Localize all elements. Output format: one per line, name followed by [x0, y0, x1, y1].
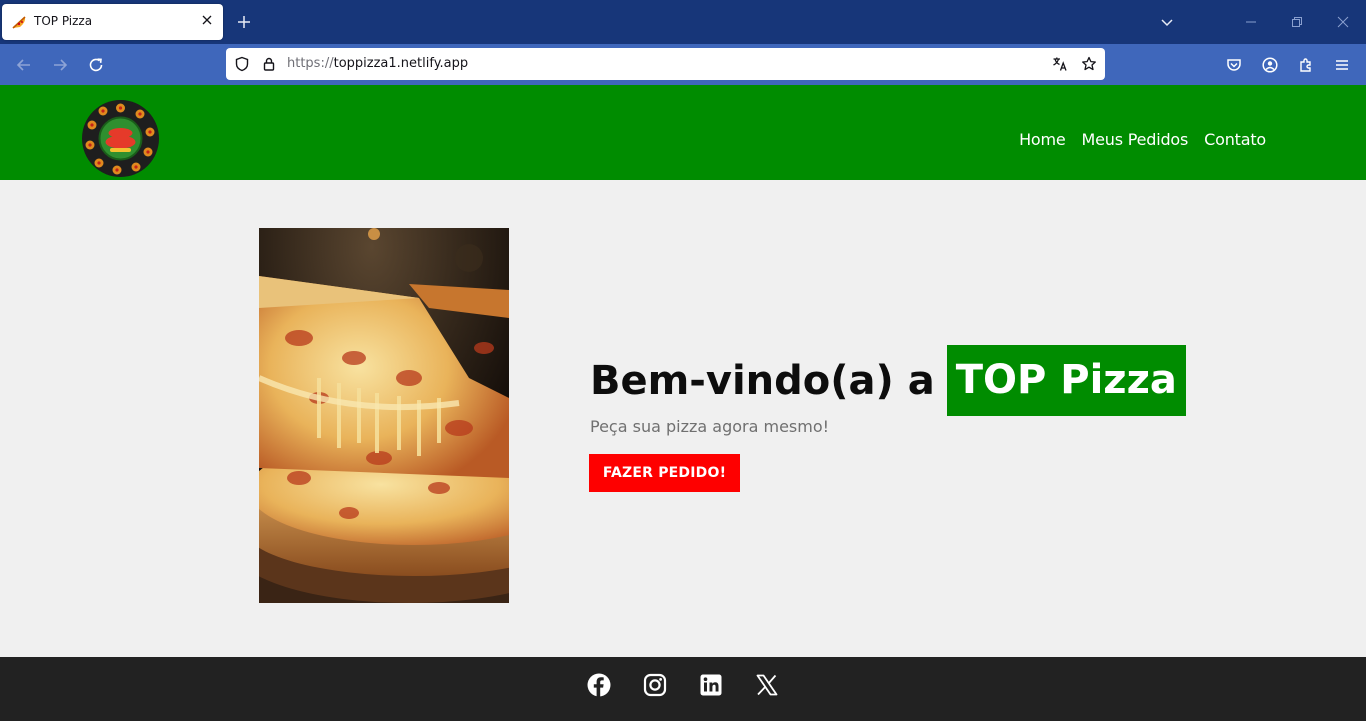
nav-link-contato[interactable]: Contato	[1204, 130, 1266, 149]
browser-toolbar: https://toppizza1.netlify.app	[0, 44, 1366, 85]
logo-image	[82, 100, 159, 177]
logo[interactable]	[82, 100, 159, 177]
hero-subtitle: Peça sua pizza agora mesmo!	[590, 417, 830, 436]
close-tab-icon[interactable]	[200, 13, 214, 27]
url-text: https://toppizza1.netlify.app	[287, 56, 468, 71]
tab-title: TOP Pizza	[34, 14, 93, 28]
nav-link-meus-pedidos[interactable]: Meus Pedidos	[1082, 130, 1189, 149]
fazer-pedido-button[interactable]: FAZER PEDIDO!	[589, 454, 740, 492]
browser-tab-bar: TOP Pizza	[0, 0, 1366, 44]
extensions-icon[interactable]	[1297, 56, 1315, 74]
nav-link-home[interactable]: Home	[1019, 130, 1066, 149]
site-header: Home Meus Pedidos Contato	[0, 85, 1366, 180]
browser-tab[interactable]: TOP Pizza	[2, 4, 223, 40]
x-icon[interactable]	[755, 673, 779, 697]
pocket-icon[interactable]	[1225, 56, 1243, 74]
hero-pizza-image	[259, 228, 509, 603]
instagram-icon[interactable]	[643, 673, 667, 697]
address-bar[interactable]: https://toppizza1.netlify.app	[226, 48, 1105, 80]
account-icon[interactable]	[1261, 56, 1279, 74]
url-protocol: https://	[287, 56, 334, 71]
lock-icon[interactable]	[261, 56, 277, 72]
shield-icon[interactable]	[234, 56, 250, 72]
chevron-down-icon[interactable]	[1159, 14, 1175, 30]
linkedin-icon[interactable]	[699, 673, 723, 697]
hero-title-prefix: Bem-vindo(a) a	[590, 357, 935, 404]
site-footer	[0, 657, 1366, 721]
forward-arrow-icon[interactable]	[51, 56, 69, 74]
hero-title: Bem-vindo(a) a TOP Pizza	[590, 345, 1186, 416]
minimize-icon[interactable]	[1243, 14, 1259, 30]
main-nav: Home Meus Pedidos Contato	[1019, 130, 1266, 149]
reload-icon[interactable]	[87, 56, 105, 74]
pizza-favicon-icon	[12, 16, 26, 29]
restore-icon[interactable]	[1289, 14, 1305, 30]
close-window-icon[interactable]	[1335, 14, 1351, 30]
facebook-icon[interactable]	[587, 673, 611, 697]
menu-icon[interactable]	[1333, 56, 1351, 74]
back-arrow-icon[interactable]	[15, 56, 33, 74]
bookmark-star-icon[interactable]	[1081, 56, 1097, 72]
translate-icon[interactable]	[1052, 56, 1068, 72]
url-host: toppizza1.netlify.app	[333, 56, 469, 71]
hero-brand-highlight: TOP Pizza	[946, 345, 1186, 416]
new-tab-icon[interactable]	[235, 13, 253, 31]
